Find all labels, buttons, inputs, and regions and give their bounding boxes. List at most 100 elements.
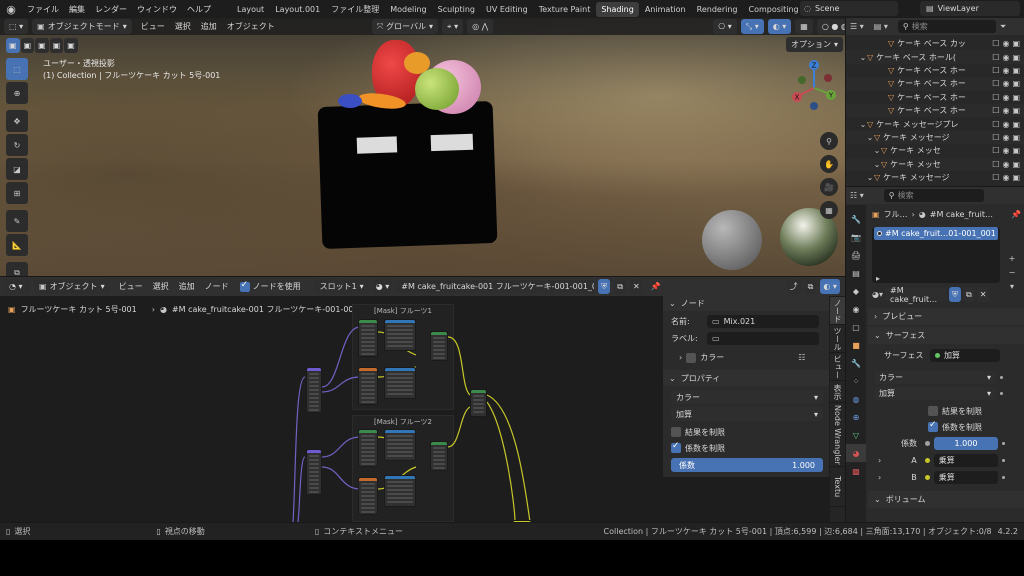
- annotate-tool-icon[interactable]: ✎: [6, 210, 28, 232]
- camera-view-icon[interactable]: 🎥: [820, 178, 838, 196]
- surface-panel-header[interactable]: ⌄ サーフェス: [868, 327, 1024, 344]
- clamp-factor-checkbox[interactable]: [928, 420, 938, 432]
- output-tab-icon[interactable]: 🖨: [846, 246, 866, 264]
- material-slot-item[interactable]: #M cake_fruit…01-001_001: [874, 227, 998, 240]
- shader-node[interactable]: [306, 367, 322, 413]
- node-overlay-icon[interactable]: ◐ ▾: [820, 279, 840, 294]
- workspace-tab[interactable]: Sculpting: [433, 2, 480, 17]
- camera-render-icon[interactable]: ▣: [1012, 66, 1020, 75]
- camera-render-icon[interactable]: ▣: [1012, 133, 1020, 142]
- constraints-tab-icon[interactable]: ⊕: [846, 408, 866, 426]
- sidebar-blend-dropdown[interactable]: 加算 ▾: [671, 407, 823, 421]
- texture-tab-icon[interactable]: ▩: [846, 462, 866, 480]
- factor-slider[interactable]: 1.000: [934, 436, 998, 450]
- input-b-field[interactable]: 乗算: [933, 470, 998, 484]
- clamp-factor-row[interactable]: 係数を制限: [868, 419, 1024, 435]
- input-a-field[interactable]: 乗算: [933, 453, 998, 467]
- node-panel-header[interactable]: ⌄ ノード: [663, 295, 829, 311]
- zoom-icon[interactable]: ⚲: [820, 132, 838, 150]
- input-a-socket-icon[interactable]: [924, 457, 930, 463]
- color-presets-icon[interactable]: ☷: [798, 353, 805, 362]
- factor-socket-icon[interactable]: [925, 440, 930, 446]
- outliner-row[interactable]: ▽ ケーキ ベース ホー ☐ ◉ ▣: [846, 90, 1024, 104]
- sidebar-dtype-dropdown[interactable]: カラー ▾: [671, 390, 823, 404]
- sidebar-tab[interactable]: ノード: [830, 297, 845, 325]
- eye-icon[interactable]: ◉: [1002, 79, 1009, 88]
- menu-item[interactable]: 編集: [64, 4, 90, 15]
- collection-tab-icon[interactable]: ▢: [846, 318, 866, 336]
- tool-tab-icon[interactable]: 🔧: [846, 210, 866, 228]
- shader-node[interactable]: [384, 429, 416, 461]
- surface-shader-field[interactable]: 加算: [930, 348, 1000, 362]
- camera-render-icon[interactable]: ▣: [1012, 106, 1020, 115]
- selectable-checkbox-icon[interactable]: ☐: [992, 66, 999, 75]
- physics-tab-icon[interactable]: ◍: [846, 390, 866, 408]
- snap-button[interactable]: ⌖ ▾: [442, 19, 464, 34]
- camera-render-icon[interactable]: ▣: [1012, 93, 1020, 102]
- camera-render-icon[interactable]: ▣: [1012, 173, 1020, 182]
- select-subtract-icon[interactable]: ▣: [35, 38, 49, 53]
- sidebar-tab[interactable]: 表示: [830, 381, 845, 403]
- select-mode-buttons[interactable]: ▣ ▣ ▣ ▣ ▣: [6, 38, 78, 53]
- disclosure-triangle-icon[interactable]: ⌄: [873, 146, 881, 155]
- properties-panel-header[interactable]: ⌄ プロパティ: [663, 370, 829, 386]
- snap-node-icon[interactable]: ⧉: [804, 279, 817, 294]
- view-layer-tab-icon[interactable]: ▤: [846, 264, 866, 282]
- menu-item[interactable]: レンダー: [90, 4, 132, 15]
- eye-icon[interactable]: ◉: [1002, 160, 1009, 169]
- properties-search[interactable]: ⚲ 検索: [883, 189, 984, 202]
- camera-render-icon[interactable]: ▣: [1012, 53, 1020, 62]
- selectable-checkbox-icon[interactable]: ☐: [992, 39, 999, 48]
- blend-dropdown[interactable]: 加算 ▾: [874, 386, 996, 400]
- cursor-tool-icon[interactable]: ⊕: [6, 82, 28, 104]
- disclosure-triangle-icon[interactable]: ⌄: [866, 173, 874, 182]
- scene-selector[interactable]: ◌ Scene: [800, 1, 898, 16]
- shader-node[interactable]: [384, 319, 416, 351]
- properties-editor-icon[interactable]: ☷ ▾: [850, 191, 864, 200]
- add-slot-icon[interactable]: +: [1004, 251, 1020, 265]
- workspace-tab[interactable]: Layout.001: [270, 2, 325, 17]
- outliner-row[interactable]: ⌄ ▽ ケーキ メッセ ☐ ◉ ▣: [846, 157, 1024, 171]
- select-new-icon[interactable]: ▣: [6, 38, 20, 53]
- eye-icon[interactable]: ◉: [1002, 39, 1009, 48]
- workspace-tab[interactable]: Texture Paint: [534, 2, 596, 17]
- material-name-field[interactable]: #M cake_fruit…: [885, 286, 947, 304]
- outliner-row[interactable]: ⌄ ▽ ケーキ メッセージプレ ☐ ◉ ▣: [846, 117, 1024, 131]
- gizmo-toggle[interactable]: ⤡ ▾: [740, 19, 764, 34]
- select-invert-icon[interactable]: ▣: [49, 38, 64, 53]
- outliner-row[interactable]: ▽ ケーキ ベース カッ ☐ ◉ ▣: [846, 37, 1024, 51]
- menu-item[interactable]: ファイル: [22, 4, 64, 15]
- move-tool-icon[interactable]: ✥: [6, 110, 28, 132]
- outliner-row[interactable]: ⌄ ▽ ケーキ メッセージ ☐ ◉ ▣: [846, 130, 1024, 145]
- ortho-grid-icon[interactable]: ▦: [820, 201, 838, 219]
- selectable-checkbox-icon[interactable]: ☐: [992, 160, 999, 169]
- workspace-tab[interactable]: Modeling: [385, 2, 431, 17]
- pan-hand-icon[interactable]: ✋: [820, 155, 838, 173]
- editor-type-button[interactable]: ⬚ ▾: [4, 19, 29, 34]
- shader-node[interactable]: [384, 475, 416, 507]
- outliner-editor-icon[interactable]: ☰ ▾: [850, 22, 864, 31]
- node-color-row[interactable]: › カラー ☷: [663, 349, 829, 366]
- proportional-button[interactable]: ◎ ⋀: [467, 19, 494, 34]
- shader-node[interactable]: [430, 441, 448, 471]
- shader-node[interactable]: [430, 331, 448, 361]
- disclosure-triangle-icon[interactable]: ⌄: [859, 120, 867, 129]
- transform-orientation-dropdown[interactable]: ⤧ グローバル ▾: [371, 19, 439, 34]
- select-box-tool-icon[interactable]: ⬚: [6, 58, 28, 80]
- sidebar-clamp-result-row[interactable]: 結果を制限: [663, 424, 829, 440]
- workspace-tab[interactable]: UV Editing: [481, 2, 533, 17]
- cake-object[interactable]: [317, 100, 498, 250]
- eye-icon[interactable]: ◉: [1002, 146, 1009, 155]
- object-tab-icon[interactable]: ■: [846, 336, 866, 354]
- display-mode-icon[interactable]: ▤ ▾: [874, 22, 888, 31]
- unlink-material-icon[interactable]: ✕: [976, 287, 990, 302]
- sidebar-factor-slider[interactable]: 係数 1.000: [671, 458, 823, 472]
- camera-render-icon[interactable]: ▣: [1012, 146, 1020, 155]
- workspace-tab[interactable]: Compositing: [743, 2, 803, 17]
- duplicate-material-icon[interactable]: ⧉: [963, 287, 975, 302]
- shader-node[interactable]: [306, 449, 322, 495]
- menu-item[interactable]: ウィンドウ: [132, 4, 182, 15]
- outliner-row[interactable]: ▽ ケーキ ベース ホー ☐ ◉ ▣: [846, 77, 1024, 91]
- fake-user-icon[interactable]: ⛨: [949, 287, 961, 302]
- eye-icon[interactable]: ◉: [1002, 66, 1009, 75]
